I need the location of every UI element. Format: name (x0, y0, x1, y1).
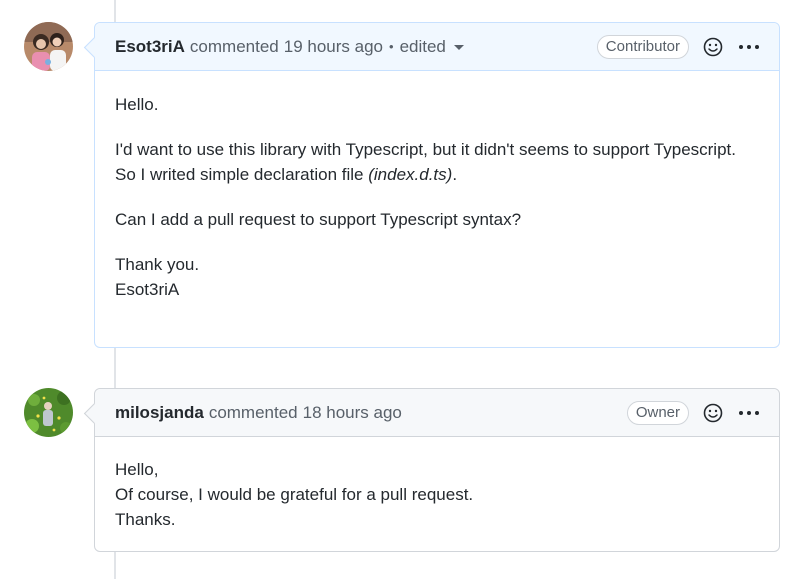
comment-body: Hello, Of course, I would be grateful fo… (95, 437, 779, 552)
more-options-button[interactable] (737, 35, 761, 59)
comment-header: Esot3riA commented 19 hours ago • edited… (95, 23, 779, 71)
avatar-photo-icon (24, 22, 73, 71)
role-badge: Owner (626, 400, 689, 425)
comment-body: Hello. I'd want to use this library with… (95, 71, 779, 322)
add-reaction-button[interactable] (701, 35, 725, 59)
smiley-icon (703, 403, 723, 422)
separator-dot: • (389, 39, 394, 54)
smiley-icon (703, 37, 723, 56)
kebab-horizontal-icon (739, 44, 759, 49)
comment-milosjanda: milosjanda commented 18 hours ago Owner … (83, 388, 780, 552)
edited-label: edited (399, 36, 446, 56)
timestamp-link[interactable]: 19 hours ago (284, 37, 383, 57)
edited-dropdown[interactable]: edited (400, 37, 464, 57)
filename-emphasis: (index.d.ts) (368, 165, 453, 184)
kebab-horizontal-icon (739, 410, 759, 415)
body-paragraph: I'd want to use this library with Typesc… (115, 140, 736, 184)
avatar-esot3ria[interactable] (24, 22, 73, 71)
comment-esot3ria: Esot3riA commented 19 hours ago • edited… (83, 22, 780, 348)
comment-action: commented (189, 36, 279, 56)
timestamp-link[interactable]: 18 hours ago (303, 403, 402, 423)
avatar-milosjanda[interactable] (24, 388, 73, 437)
body-paragraph: Hello, Of course, I would be grateful fo… (115, 460, 474, 529)
add-reaction-button[interactable] (701, 401, 725, 425)
role-badge: Contributor (596, 34, 689, 59)
author-link[interactable]: milosjanda (115, 403, 204, 423)
more-options-button[interactable] (737, 401, 761, 425)
comment-action: commented (208, 402, 298, 422)
body-paragraph: Can I add a pull request to support Type… (115, 210, 522, 229)
body-paragraph: Hello. (115, 95, 159, 114)
avatar-photo-icon (24, 388, 73, 437)
body-paragraph: Thank you. Esot3riA (115, 255, 200, 299)
author-link[interactable]: Esot3riA (115, 37, 185, 57)
comment-header: milosjanda commented 18 hours ago Owner (95, 389, 779, 437)
chevron-down-icon (453, 44, 464, 50)
